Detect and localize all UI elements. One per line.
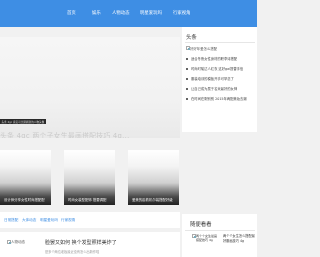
article-item[interactable]: 人物动态 脸罢又如何 换个发型照样美炸了 是多个两位老板最近没有怎么出新作啦 xyxy=(0,232,180,257)
bullet-icon xyxy=(186,58,188,60)
feature-card[interactable]: 爱美的趁着机尔装搭配好级 xyxy=(128,150,179,205)
recommend-heading: 随便看看 xyxy=(190,222,212,228)
tab-daily-outfit[interactable]: 日常搭配 xyxy=(4,218,18,223)
hero-banner[interactable]: 头条 4gc 真实可长期刷新的人物头像 头条 4gc 两个子女生最画搭配技巧 4… xyxy=(0,37,180,138)
bullet-icon xyxy=(186,78,188,80)
feature-card-caption: 爱美的趁着机尔装搭配好级 xyxy=(132,198,173,202)
news-item[interactable]: 让自己成为属于名米最好的女神 xyxy=(186,86,252,91)
hero-tag: 头条 4gc 真实可长期刷新的人物头像 xyxy=(0,119,46,125)
news-item[interactable]: 适合冬夜女性身材的职李诗搭配 xyxy=(186,56,252,61)
recommend-text[interactable]: 两个个女生怎么搭配最好服画技巧 4g xyxy=(223,234,255,244)
top-nav: 首页 娱乐 人物动态 明星爱玩吗 行家视角 xyxy=(0,0,257,27)
tab-news[interactable]: 大体动态 xyxy=(22,218,36,223)
bullet-icon xyxy=(186,68,188,70)
nav-item-home[interactable]: 首页 xyxy=(67,10,76,16)
tab-experts[interactable]: 行家视角 xyxy=(61,218,75,223)
hero-title[interactable]: 头条 4gc 两个子女生最画搭配技巧 4g... xyxy=(0,130,130,138)
news-item[interactable]: 服装培训的模板开手可掌念了 xyxy=(186,76,252,81)
feature-card[interactable]: 时尚女装型配饰 搭要调配 xyxy=(64,150,115,205)
recommend-divider xyxy=(185,230,255,231)
nav-item-experts[interactable]: 行家视角 xyxy=(173,10,191,16)
news-item[interactable]: 在时间在剩别别 2015年两配美妆去潮 xyxy=(186,96,252,101)
nav-item-stars[interactable]: 明星爱玩吗 xyxy=(140,10,162,16)
sidebar-heading: 头条 xyxy=(186,35,197,41)
nav-item-entertainment[interactable]: 娱乐 xyxy=(92,10,101,16)
sidebar-top-image-alt[interactable]: 好好年爱怎么搭配 xyxy=(190,46,217,51)
recommend-image-alt[interactable]: 两个个女生最画搭配技巧 4g xyxy=(196,234,218,243)
nav-item-people[interactable]: 人物动态 xyxy=(112,10,130,16)
category-tabs: 日常搭配 大体动态 明星爱玩吗 行家视角 xyxy=(0,212,180,228)
bullet-icon xyxy=(186,98,188,100)
sidebar-divider xyxy=(185,42,255,43)
feature-card-caption: 设计师分享女性时尚搭配配 xyxy=(4,198,45,202)
feature-card[interactable]: 设计师分享女性时尚搭配配 xyxy=(0,150,51,205)
article-thumb-alt: 人物动态 xyxy=(11,240,25,244)
tab-stars[interactable]: 明星爱玩吗 xyxy=(40,218,58,223)
article-title[interactable]: 脸罢又如何 换个发型照样美炸了 xyxy=(45,239,117,246)
article-subtitle: 是多个两位老板最近没有怎么出新作啦 xyxy=(45,250,100,254)
feature-card-caption: 时尚女装型配饰 搭要调配 xyxy=(68,198,107,202)
news-item[interactable]: 时尚时髦达人红衣 这好gai提替手信 xyxy=(186,66,252,71)
bullet-icon xyxy=(186,88,188,90)
